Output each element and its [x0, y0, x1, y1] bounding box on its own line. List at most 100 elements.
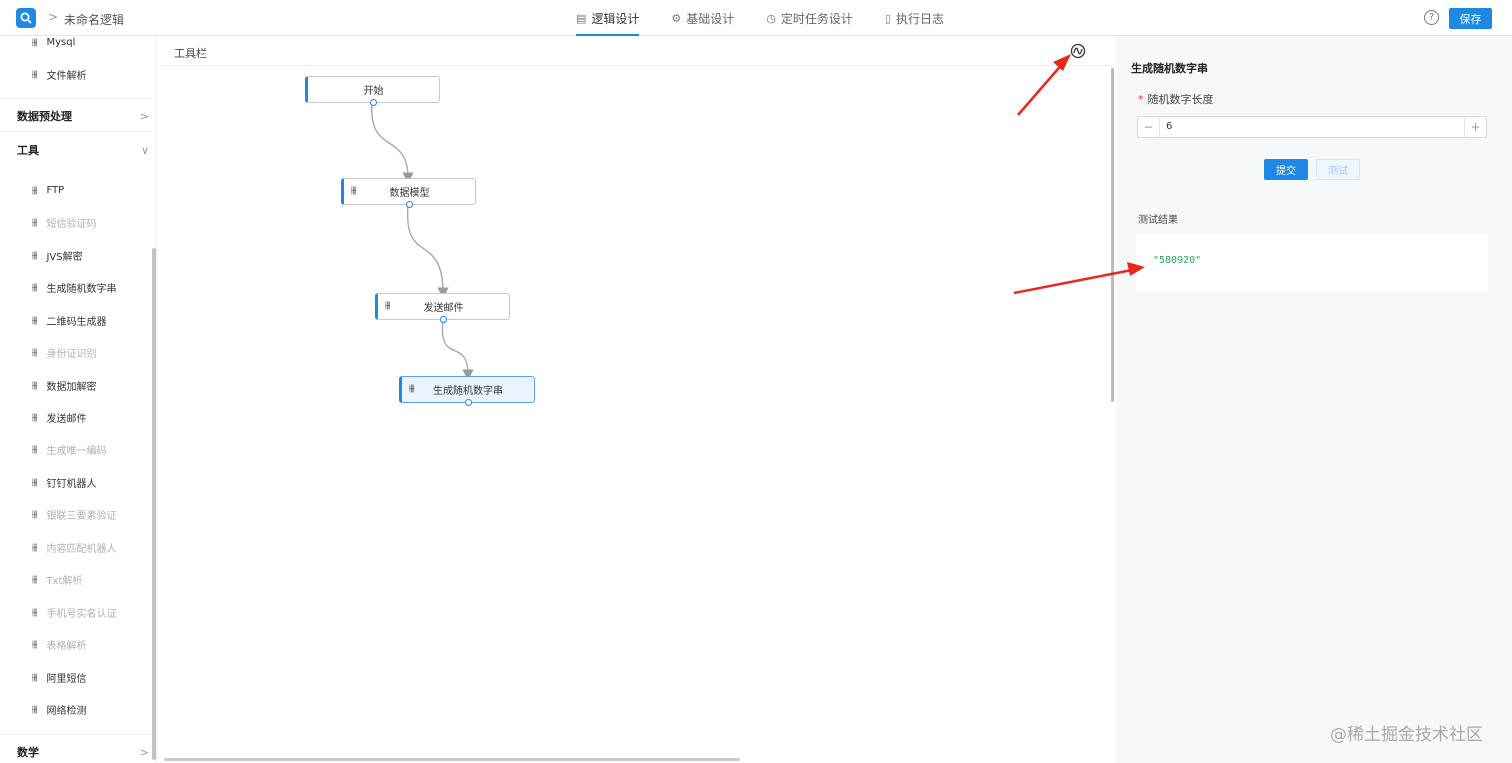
- node-label: 开始: [363, 86, 384, 97]
- output-port[interactable]: [370, 99, 377, 106]
- node-config-icon: ⫲⫲: [32, 703, 38, 715]
- flow-node-send-mail[interactable]: ⫲⫲ 发送邮件: [375, 293, 510, 323]
- breadcrumb-chevron-icon: >: [48, 10, 59, 24]
- sidebar-item-label: Txt解析: [46, 575, 83, 587]
- sidebar-item-mysql[interactable]: ⫲⫲ Mysql: [32, 36, 75, 50]
- help-icon[interactable]: ?: [1424, 10, 1439, 25]
- save-button[interactable]: 保存: [1449, 8, 1492, 29]
- divider: [0, 734, 152, 735]
- flow-node-start[interactable]: 开始: [305, 76, 440, 106]
- sidebar-item-label: 生成唯一编码: [46, 445, 107, 457]
- sidebar-item-aliyun-sms[interactable]: ⫲⫲ 阿里短信: [32, 669, 86, 685]
- sidebar-item-label: 内容匹配机器人: [46, 543, 117, 555]
- node-config-icon: ⫲⫲: [351, 185, 357, 196]
- tab-bar: ▤ 逻辑设计 ⚙ 基础设计 ◷ 定时任务设计 ▯ 执行日志: [576, 0, 976, 36]
- sidebar-item-phone-auth[interactable]: ⫲⫲ 手机号实名认证: [32, 604, 116, 620]
- node-label: 数据模型: [389, 188, 430, 199]
- divider: [0, 131, 152, 132]
- tab-label: 逻辑设计: [591, 11, 640, 26]
- sidebar-item-label: 表格解析: [46, 640, 87, 652]
- canvas-vertical-scrollbar[interactable]: [1111, 68, 1114, 402]
- sidebar-item-unionpay[interactable]: ⫲⫲ 银联三要素验证: [32, 506, 116, 522]
- chevron-right-icon: >: [139, 109, 149, 123]
- sidebar-item-sms-code[interactable]: ⫲⫲ 短信验证码: [32, 214, 96, 230]
- sidebar-item-txt-parse[interactable]: ⫲⫲ Txt解析: [32, 571, 82, 587]
- sidebar-item-random-digits[interactable]: ⫲⫲ 生成随机数字串: [32, 279, 116, 295]
- logic-canvas[interactable]: 工具栏 开始 ⫲⫲ 数据模型 ⫲⫲ 发送邮件 ⫲⫲ 生成随机数字串: [158, 36, 1115, 763]
- node-config-icon: ⫲⫲: [32, 379, 38, 391]
- sidebar-item-network-check[interactable]: ⫲⫲ 网络检测: [32, 701, 86, 717]
- node-config-icon: ⫲⫲: [32, 573, 38, 585]
- tab-label: 执行日志: [896, 11, 945, 26]
- node-config-icon: ⫲⫲: [32, 281, 38, 293]
- sidebar-item-label: 身份证识别: [46, 348, 97, 360]
- node-config-icon: ⫲⫲: [32, 638, 38, 650]
- tab-basic-design[interactable]: ⚙ 基础设计: [671, 0, 734, 36]
- chevron-right-icon: >: [139, 745, 149, 759]
- output-port[interactable]: [464, 399, 472, 406]
- sidebar-item-send-mail[interactable]: ⫲⫲ 发送邮件: [32, 409, 86, 425]
- edge-model-to-mail: [406, 204, 449, 299]
- sidebar-item-label: JVS解密: [46, 251, 83, 263]
- sidebar-item-encrypt[interactable]: ⫲⫲ 数据加解密: [32, 377, 96, 393]
- tab-label: 定时任务设计: [780, 11, 853, 26]
- node-properties-panel: 生成随机数字串 * 随机数字长度 − 6 + 提交 测试 测试结果 "580920…: [1116, 36, 1512, 763]
- flow-edges: [371, 101, 474, 381]
- output-port[interactable]: [406, 201, 413, 208]
- test-result-value: "580920": [1153, 255, 1202, 266]
- logic-name-title[interactable]: 未命名逻辑: [64, 11, 124, 28]
- output-port[interactable]: [440, 316, 447, 323]
- tab-execution-log[interactable]: ▯ 执行日志: [885, 0, 944, 36]
- group-label: 工具: [17, 144, 39, 157]
- node-config-icon: ⫲⫲: [32, 443, 38, 455]
- sidebar-scrollbar[interactable]: [152, 248, 156, 760]
- sidebar-item-label: 银联三要素验证: [46, 510, 117, 522]
- tab-scheduled-task-design[interactable]: ◷ 定时任务设计: [766, 0, 853, 36]
- sidebar-item-table-parse[interactable]: ⫲⫲ 表格解析: [32, 636, 86, 652]
- chevron-down-icon: ∨: [140, 143, 149, 157]
- test-button[interactable]: 测试: [1316, 159, 1360, 180]
- increment-button[interactable]: +: [1464, 117, 1486, 137]
- flow-node-random-digits[interactable]: ⫲⫲ 生成随机数字串: [399, 376, 535, 406]
- canvas-horizontal-scrollbar[interactable]: [164, 758, 740, 761]
- group-tools[interactable]: 工具 ∨: [17, 141, 149, 159]
- required-mark: *: [1138, 93, 1144, 106]
- node-config-icon: ⫲⫲: [32, 216, 38, 228]
- app-logo-icon[interactable]: [16, 8, 36, 28]
- digit-length-input[interactable]: 6: [1166, 121, 1172, 132]
- decrement-button[interactable]: −: [1138, 117, 1160, 137]
- flow-node-data-model[interactable]: ⫲⫲ 数据模型: [341, 178, 476, 208]
- node-config-icon: ⫲⫲: [32, 36, 38, 48]
- node-config-icon: ⫲⫲: [32, 314, 38, 326]
- field-label: * 随机数字长度: [1138, 91, 1214, 107]
- gear-icon: ⚙: [671, 11, 682, 25]
- node-config-icon: ⫲⫲: [409, 383, 415, 394]
- group-math[interactable]: 数学 >: [17, 743, 149, 761]
- tab-logic-design[interactable]: ▤ 逻辑设计: [576, 0, 640, 36]
- sidebar-item-ftp[interactable]: ⫲⫲ FTP: [32, 182, 64, 198]
- edge-start-to-model: [371, 101, 414, 184]
- sidebar-item-unique-code[interactable]: ⫲⫲ 生成唯一编码: [32, 441, 106, 457]
- tab-label: 基础设计: [686, 11, 735, 26]
- top-header: > 未命名逻辑 ▤ 逻辑设计 ⚙ 基础设计 ◷ 定时任务设计 ▯ 执行日志 ? …: [0, 0, 1512, 36]
- sidebar-item-label: 生成随机数字串: [46, 283, 117, 295]
- node-config-icon: ⫲⫲: [385, 300, 391, 311]
- sidebar-item-qrcode[interactable]: ⫲⫲ 二维码生成器: [32, 312, 106, 328]
- digit-length-stepper[interactable]: − 6 +: [1137, 116, 1487, 138]
- sidebar-item-jvs-decrypt[interactable]: ⫲⫲ JVS解密: [32, 247, 83, 263]
- group-data-preprocess[interactable]: 数据预处理 >: [17, 107, 149, 125]
- sidebar-item-file-parse[interactable]: ⫲⫲ 文件解析: [32, 66, 86, 82]
- submit-button[interactable]: 提交: [1264, 159, 1308, 180]
- document-icon: ▤: [576, 11, 587, 25]
- node-label: 发送邮件: [423, 303, 464, 314]
- group-label: 数据预处理: [17, 110, 72, 123]
- node-config-icon: ⫲⫲: [32, 411, 38, 423]
- sidebar-item-content-match[interactable]: ⫲⫲ 内容匹配机器人: [32, 539, 116, 555]
- clock-icon: ◷: [766, 11, 776, 25]
- panel-title: 生成随机数字串: [1131, 62, 1208, 75]
- sidebar-item-label: 阿里短信: [46, 673, 87, 685]
- node-config-icon: ⫲⫲: [32, 184, 38, 196]
- sidebar-item-label: 网络检测: [46, 705, 87, 717]
- sidebar-item-id-card[interactable]: ⫲⫲ 身份证识别: [32, 344, 96, 360]
- sidebar-item-dingtalk[interactable]: ⫲⫲ 钉钉机器人: [32, 474, 96, 490]
